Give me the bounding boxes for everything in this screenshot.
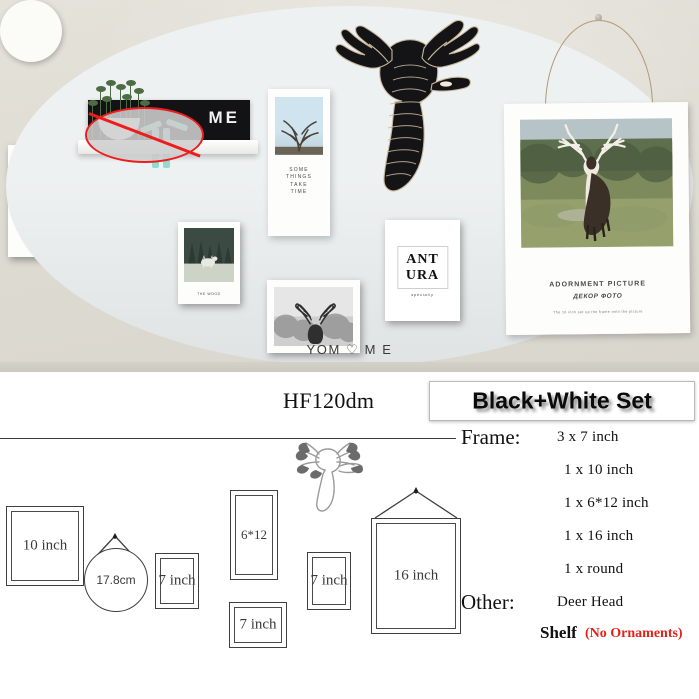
diagram-label-10inch: 10 inch (22, 537, 68, 554)
deer-head-outline-icon (295, 442, 363, 512)
spec-row-other: Other: Deer Head (461, 590, 699, 623)
diagram-frame-7inch-b: 7 inch (229, 602, 287, 648)
diagram-label-16inch: 16 inch (393, 567, 439, 584)
elk-photo-illustration (519, 118, 674, 248)
model-code-label: HF120dm (283, 388, 375, 413)
prohibition-slash (88, 112, 201, 158)
frame-label: Frame: (461, 425, 521, 449)
no-ornaments-prohibition-icon (85, 107, 204, 163)
other-value: Deer Head (557, 594, 624, 610)
framed-ant-ura-poster: ANT URA specially (385, 220, 460, 321)
framed-forest-deer-photo: THE WOOD (178, 222, 240, 304)
spec-row-frame: Frame: 3 x 7 inch (461, 425, 699, 458)
frame-item-0: 3 x 7 inch (557, 429, 619, 445)
forest-deer-artwork (184, 228, 234, 282)
spec-row-frame-2: 1 x 6*12 inch (461, 491, 699, 524)
big-frame-caption-line2: ДЕКОР ФОТО (573, 292, 623, 300)
diagram-frame-round: 17.8cm (84, 548, 148, 612)
diagram-frame-6x12: 6*12 (230, 490, 278, 580)
set-badge-label: Black+White Set (472, 387, 652, 414)
spec-row-frame-4: 1 x round (461, 557, 699, 590)
product-listing-image: THE WOOD ME SOME TH (0, 0, 699, 699)
forest-deer-illustration (184, 228, 234, 282)
ant-ura-text-block: ANT URA (396, 246, 449, 290)
diagram-frame-7inch-a: 7 inch (155, 553, 199, 609)
frame-item-3: 1 x 16 inch (564, 528, 634, 544)
diagram-deer-head (285, 440, 371, 518)
bw-deer-artwork (274, 287, 353, 346)
frame-item-4: 1 x round (564, 561, 624, 577)
diagram-label-7inch-b: 7 inch (239, 616, 277, 633)
shelf-no-ornaments-note: (No Ornaments) (585, 626, 683, 641)
framed-antler-sky-print: SOME THINGS TAKE TIME (268, 89, 330, 236)
diagram-label-7inch-c: 7 inch (310, 572, 348, 589)
frame-item-1: 1 x 10 inch (564, 462, 634, 478)
bw-deer-illustration (274, 287, 353, 346)
diagram-wall-line (0, 438, 456, 439)
diagram-label-6x12: 6*12 (241, 527, 267, 542)
deer-head-icon (335, 19, 481, 192)
forest-frame-caption: THE WOOD (197, 292, 221, 297)
frame-item-2: 1 x 6*12 inch (564, 495, 649, 511)
diagram-frame-16inch: 16 inch (371, 518, 461, 634)
diagram-label-7inch-a: 7 inch (158, 572, 196, 589)
antler-silhouette (275, 113, 323, 155)
ant-ura-line2: URA (405, 268, 440, 284)
other-label: Other: (461, 590, 515, 614)
tall-frame-caption: SOME THINGS TAKE TIME (285, 167, 313, 195)
big-frame-nail (595, 14, 602, 21)
diagram-frame-10inch: 10 inch (6, 506, 84, 586)
photo-bottom-edge (0, 362, 699, 372)
diagram-label-round: 17.8cm (96, 573, 136, 587)
shelf-label: Shelf (540, 623, 577, 642)
framed-elk-photo-large: ADORNMENT PICTURE ДЕКОР ФОТО The 16 inch… (503, 102, 691, 335)
spec-row-frame-3: 1 x 16 inch (461, 524, 699, 557)
spec-row-frame-1: 1 x 10 inch (461, 458, 699, 491)
wooden-deer-head-sculpture (332, 6, 482, 196)
set-badge: Black+White Set (429, 381, 695, 421)
ant-ura-line1: ANT (406, 252, 439, 267)
shelf-letters: ME (208, 108, 240, 127)
diagram-frame-7inch-c: 7 inch (307, 552, 351, 610)
spec-row-shelf: Shelf (No Ornaments) (461, 623, 699, 653)
big-frame-caption-line1: ADORNMENT PICTURE (549, 280, 647, 289)
ant-ura-subtitle: specially (411, 292, 434, 297)
spec-list: Frame: 3 x 7 inch 1 x 10 inch 1 x 6*12 i… (461, 425, 699, 653)
elk-photo-artwork (519, 118, 674, 248)
antler-sky-artwork (275, 97, 323, 155)
diagram-label-yom: YOM ♡ M E (306, 341, 393, 357)
room-scene-photo: THE WOOD ME SOME TH (0, 0, 699, 372)
